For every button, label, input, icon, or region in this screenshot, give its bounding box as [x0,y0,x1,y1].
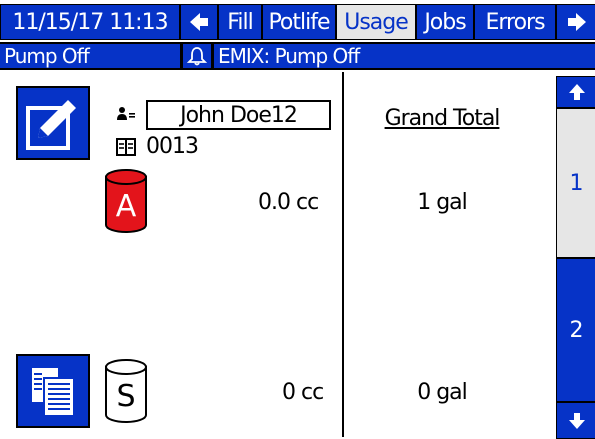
arrow-right-icon [567,13,586,31]
status-divider-2 [211,44,214,68]
alarm-message-text: EMIX: Pump Off [218,44,360,68]
previous-tab-button[interactable] [180,4,218,40]
edit-button[interactable] [16,86,90,160]
pump-state-text: Pump Off [4,44,90,68]
status-divider [180,44,183,68]
material-a-grand-total: 1 gal [417,190,468,215]
scroll-up-button[interactable] [556,76,595,108]
tab-jobs-label: Jobs [424,9,466,35]
arrow-up-icon [568,84,585,100]
user-name-text: John Doe12 [180,102,298,128]
page-1-button[interactable]: 1 [556,108,595,258]
solvent-amount: 0 cc [282,380,324,405]
solvent-canister-icon: S [104,358,148,424]
material-a-amount: 0.0 cc [258,190,319,215]
tab-usage-label: Usage [344,9,409,35]
material-a-label: A [115,189,137,224]
datetime-display: 11/15/17 11:13 [0,4,180,40]
user-icon [116,106,136,124]
tab-usage[interactable]: Usage [336,4,416,40]
arrow-down-icon [568,412,585,429]
user-name-field[interactable]: John Doe12 [146,100,331,130]
edit-icon [26,100,76,150]
status-bar: Pump Off EMIX: Pump Off [0,42,595,70]
next-tab-button[interactable] [556,4,595,40]
main-panel: John Doe12 0013 A 0.0 cc S 0 cc Grand To… [0,72,556,437]
page-2-label: 2 [569,317,584,343]
job-icon [116,138,136,156]
page-1-label: 1 [569,170,584,196]
grand-total-header: Grand Total [384,106,501,131]
page-2-button[interactable]: 2 [556,258,595,402]
tab-errors[interactable]: Errors [474,4,556,40]
solvent-grand-total: 0 gal [417,380,468,405]
copy-icon [32,368,75,417]
job-number-text: 0013 [146,134,199,159]
tab-fill-label: Fill [227,9,253,35]
material-a-canister-icon: A [104,168,148,234]
tab-jobs[interactable]: Jobs [416,4,474,40]
copy-button[interactable] [16,354,90,428]
top-bar: 11/15/17 11:13 Fill Potlife Usage Jobs E… [0,0,595,42]
tab-potlife-label: Potlife [268,9,330,35]
datetime-text: 11/15/17 11:13 [12,9,168,35]
alarm-bell-icon [186,45,208,67]
tab-potlife[interactable]: Potlife [262,4,336,40]
scroll-down-button[interactable] [556,402,595,439]
tab-errors-label: Errors [485,9,545,35]
tab-fill[interactable]: Fill [218,4,262,40]
solvent-label: S [116,379,136,414]
arrow-left-icon [190,13,208,31]
